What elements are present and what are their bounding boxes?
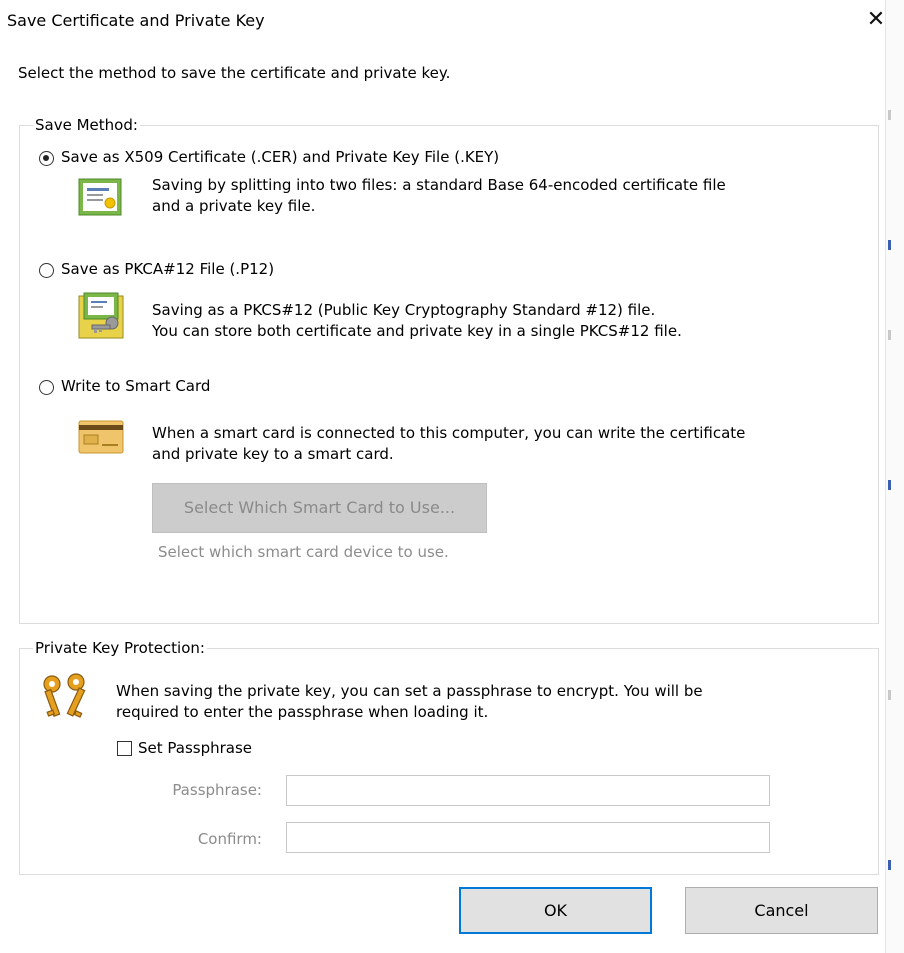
window-title: Save Certificate and Private Key <box>7 11 265 30</box>
intro-text: Select the method to save the certificat… <box>18 64 451 82</box>
private-key-desc-line1: When saving the private key, you can set… <box>116 682 703 700</box>
option-x509-label[interactable]: Save as X509 Certificate (.CER) and Priv… <box>61 148 499 166</box>
select-smart-card-button[interactable]: Select Which Smart Card to Use... <box>152 483 487 533</box>
option-x509-desc: Saving by splitting into two files: a st… <box>152 175 726 217</box>
confirm-passphrase-field[interactable] <box>286 822 770 853</box>
private-key-desc-line2: required to enter the passphrase when lo… <box>116 703 489 721</box>
confirm-label: Confirm: <box>197 830 262 848</box>
private-key-desc: When saving the private key, you can set… <box>116 681 703 723</box>
radio-smart-card[interactable] <box>39 380 54 395</box>
option-pkcs12-label[interactable]: Save as PKCA#12 File (.P12) <box>61 260 274 278</box>
option-smart-card-desc-line1: When a smart card is connected to this c… <box>152 424 746 442</box>
private-key-protection-legend: Private Key Protection: <box>33 639 207 657</box>
keys-icon <box>36 672 100 724</box>
radio-pkcs12[interactable] <box>39 263 54 278</box>
radio-x509-cer-key[interactable] <box>39 151 54 166</box>
option-x509-desc-line2: and a private key file. <box>152 197 316 215</box>
passphrase-label: Passphrase: <box>172 781 262 799</box>
passphrase-field[interactable] <box>286 775 770 806</box>
option-pkcs12-desc-line2: You can store both certificate and priva… <box>152 322 682 340</box>
option-x509-desc-line1: Saving by splitting into two files: a st… <box>152 176 726 194</box>
set-passphrase-label[interactable]: Set Passphrase <box>138 739 252 757</box>
background-window-edge <box>885 0 904 953</box>
pkcs12-certificate-key-icon <box>78 292 128 340</box>
certificate-icon <box>78 178 122 216</box>
option-smart-card-desc: When a smart card is connected to this c… <box>152 423 745 465</box>
option-pkcs12-desc-line1: Saving as a PKCS#12 (Public Key Cryptogr… <box>152 301 656 319</box>
cancel-button[interactable]: Cancel <box>685 887 878 934</box>
option-smart-card-desc-line2: and private key to a smart card. <box>152 445 394 463</box>
ok-button[interactable]: OK <box>459 887 652 934</box>
select-smart-card-hint: Select which smart card device to use. <box>158 543 449 561</box>
option-smart-card-label[interactable]: Write to Smart Card <box>61 377 210 395</box>
set-passphrase-checkbox[interactable] <box>117 741 132 756</box>
option-pkcs12-desc: Saving as a PKCS#12 (Public Key Cryptogr… <box>152 300 682 342</box>
smart-card-icon <box>78 420 124 454</box>
save-method-legend: Save Method: <box>33 116 140 134</box>
